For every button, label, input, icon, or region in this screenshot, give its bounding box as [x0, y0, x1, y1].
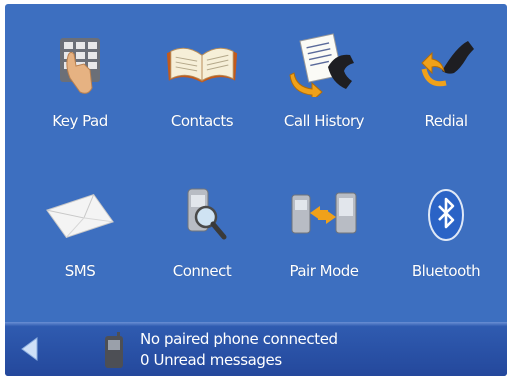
- phone-menu-screen: Key Pad Contacts Call History Redial SMS…: [5, 4, 507, 376]
- menu-item-label: Connect: [172, 262, 232, 280]
- menu-item-sms[interactable]: SMS: [19, 154, 141, 294]
- menu-item-pair-mode[interactable]: Pair Mode: [263, 154, 385, 294]
- menu-item-label: Key Pad: [52, 112, 108, 130]
- menu-item-contacts[interactable]: Contacts: [141, 4, 263, 144]
- menu-item-key-pad[interactable]: Key Pad: [19, 4, 141, 144]
- menu-item-connect[interactable]: Connect: [141, 154, 263, 294]
- menu-item-redial[interactable]: Redial: [385, 4, 507, 144]
- menu-item-label: Pair Mode: [289, 262, 359, 280]
- menu-item-label: Call History: [283, 112, 365, 130]
- menu-grid: Key Pad Contacts Call History Redial SMS…: [5, 4, 507, 322]
- back-arrow-icon[interactable]: [19, 336, 41, 362]
- connect-phone-search-icon: [163, 180, 241, 250]
- pair-mode-icon: [285, 180, 363, 250]
- keypad-icon: [41, 30, 119, 100]
- status-bar: No paired phone connected 0 Unread messa…: [5, 322, 507, 376]
- menu-item-label: Bluetooth: [411, 262, 481, 280]
- call-history-icon: [285, 30, 363, 100]
- connection-status-text: No paired phone connected: [140, 330, 338, 348]
- unread-messages-text: 0 Unread messages: [140, 351, 282, 369]
- menu-item-bluetooth[interactable]: Bluetooth: [385, 154, 507, 294]
- menu-item-call-history[interactable]: Call History: [263, 4, 385, 144]
- redial-icon: [407, 30, 485, 100]
- bluetooth-icon: [407, 180, 485, 250]
- contacts-book-icon: [163, 30, 241, 100]
- menu-item-label: SMS: [64, 262, 96, 280]
- menu-item-label: Redial: [424, 112, 468, 130]
- sms-envelope-icon: [41, 180, 119, 250]
- phone-icon: [103, 332, 125, 370]
- menu-item-label: Contacts: [170, 112, 234, 130]
